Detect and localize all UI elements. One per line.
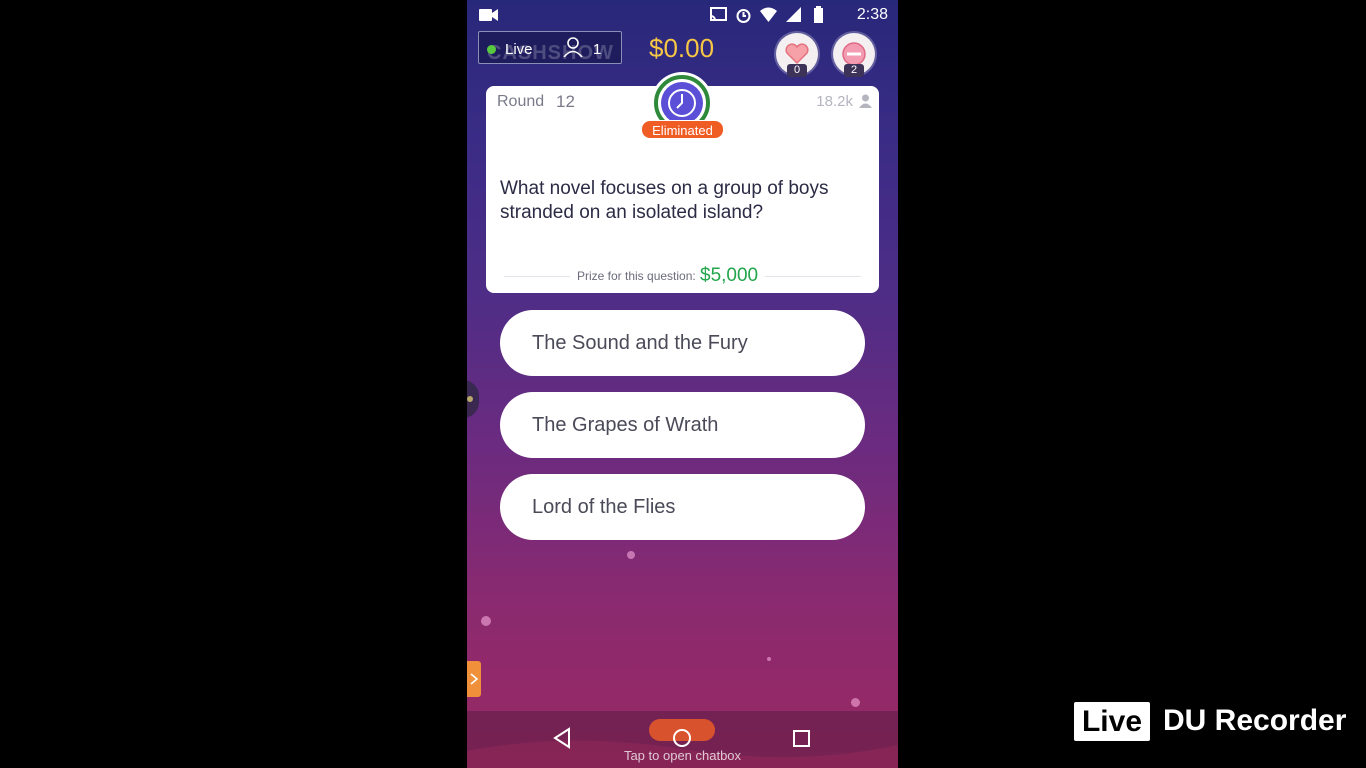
status-bar: 2:38 (467, 0, 898, 30)
sparkle-decoration (851, 698, 860, 707)
clock: 2:38 (856, 6, 888, 23)
home-icon[interactable] (672, 728, 692, 748)
video-camera-icon (479, 9, 498, 21)
sparkle-decoration (627, 551, 635, 559)
sparkle-decoration (767, 657, 771, 661)
chat-hint[interactable]: Tap to open chatbox (467, 748, 898, 763)
answer-option-3[interactable]: Lord of the Flies (500, 474, 865, 540)
recorder-app-name: DU Recorder (1163, 704, 1347, 737)
live-indicator-icon (487, 45, 496, 54)
navigation-bar: Tap to open chatbox (467, 711, 898, 768)
prize-value: $5,000 (700, 265, 759, 286)
balance-amount: $0.00 (649, 33, 715, 63)
answer-option-2[interactable]: The Grapes of Wrath (500, 392, 865, 458)
divider (765, 276, 861, 277)
expand-panel-tab[interactable] (467, 661, 481, 697)
live-viewers-panel[interactable]: CASHSHOW Live 1 (478, 31, 622, 64)
user-icon (563, 37, 583, 57)
recorder-live-tag: Live (1074, 702, 1150, 741)
person-icon (859, 94, 872, 108)
sparkle-decoration (481, 616, 491, 626)
alarm-icon (734, 6, 753, 24)
hearts-count: 0 (787, 64, 807, 77)
cast-icon (709, 6, 728, 24)
eraser-button[interactable]: 2 (833, 33, 875, 77)
erasers-count: 2 (844, 64, 864, 77)
chevron-right-icon (470, 673, 479, 685)
round-label: Round (497, 93, 545, 110)
prize-label: Prize for this question: (577, 269, 696, 283)
question-text: What novel focuses on a group of boys st… (500, 178, 829, 223)
answer-option-1[interactable]: The Sound and the Fury (500, 310, 865, 376)
divider (504, 276, 570, 277)
signal-icon (784, 6, 803, 24)
back-icon[interactable] (552, 727, 572, 749)
phone-screen: 2:38 CASHSHOW Live 1 $0.00 0 2 Round 12 … (467, 0, 898, 768)
recent-apps-icon[interactable] (793, 730, 810, 747)
battery-icon (809, 6, 828, 24)
players-count: 18.2k (816, 93, 853, 110)
status-badge: Eliminated (641, 120, 724, 139)
extra-life-button[interactable]: 0 (776, 33, 818, 77)
viewer-count: 1 (593, 41, 602, 58)
side-drawer-handle[interactable] (467, 380, 479, 418)
round-number: 12 (556, 92, 575, 111)
live-label: Live (505, 41, 533, 58)
wifi-icon (759, 6, 778, 24)
